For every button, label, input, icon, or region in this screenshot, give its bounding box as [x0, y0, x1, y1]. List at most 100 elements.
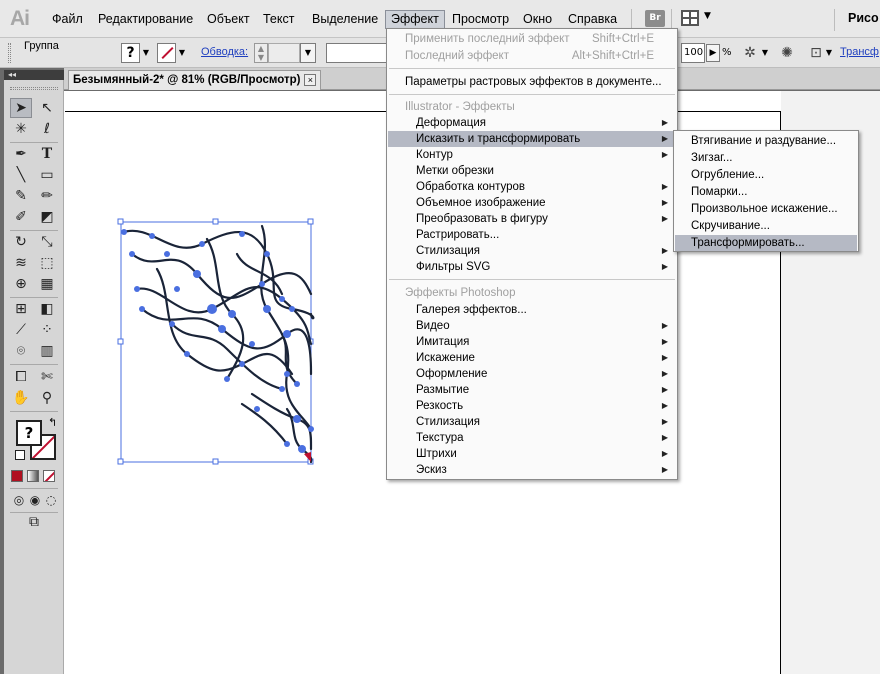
blob-brush-tool-icon[interactable]: ✐: [10, 207, 32, 227]
menu-item-distort-transform[interactable]: Исказить и трансформировать ▶: [388, 131, 676, 147]
menu-item-crop-marks[interactable]: Метки обрезки: [388, 163, 676, 179]
type-tool-icon[interactable]: T: [36, 144, 58, 164]
panel-grip[interactable]: [8, 43, 11, 63]
screen-mode-icon[interactable]: ⧉: [23, 512, 45, 532]
menu-window[interactable]: Окно: [518, 10, 557, 29]
blend-tool-icon[interactable]: ⁘: [36, 320, 58, 340]
menu-item-svg-filters[interactable]: Фильтры SVG ▶: [388, 259, 676, 275]
submenu-pucker-bloat[interactable]: Втягивание и раздувание...: [675, 133, 857, 149]
submenu-tweak[interactable]: Помарки...: [675, 184, 857, 200]
menu-item-sharpen[interactable]: Резкость ▶: [388, 398, 676, 414]
menu-item-path[interactable]: Контур ▶: [388, 147, 676, 163]
menu-select[interactable]: Выделение: [307, 10, 383, 29]
symbol-sprayer-tool-icon[interactable]: ⌾: [10, 341, 32, 361]
menu-item-convert-to-shape[interactable]: Преобразовать в фигуру ▶: [388, 211, 676, 227]
menu-type[interactable]: Текст: [258, 10, 299, 29]
menu-item-stylize[interactable]: Стилизация ▶: [388, 243, 676, 259]
menu-last-effect[interactable]: Последний эффект Alt+Shift+Ctrl+E: [388, 48, 676, 64]
menu-help[interactable]: Справка: [563, 10, 622, 29]
fill-color-swatch[interactable]: ?: [16, 420, 42, 446]
menu-item-pathfinder[interactable]: Обработка контуров ▶: [388, 179, 676, 195]
shape-builder-tool-icon[interactable]: ⊕: [10, 274, 32, 294]
fill-swatch[interactable]: ?: [121, 43, 140, 63]
submenu-zig-zag[interactable]: Зигзаг...: [675, 150, 857, 166]
opacity-field[interactable]: 100: [681, 43, 705, 63]
magic-wand-tool-icon[interactable]: ✳: [10, 119, 32, 139]
gradient-mode-icon[interactable]: [27, 470, 39, 482]
artboard-tool-icon[interactable]: ⧠: [10, 367, 32, 387]
scale-tool-icon[interactable]: ⤡: [36, 232, 58, 252]
selected-artwork[interactable]: [112, 214, 322, 474]
submenu-twist[interactable]: Скручивание...: [675, 218, 857, 234]
stroke-weight-field[interactable]: [268, 43, 300, 63]
default-colors-icon[interactable]: [15, 450, 25, 460]
menu-item-brush-strokes[interactable]: Штрихи ▶: [388, 446, 676, 462]
isolate-group-icon[interactable]: ✺: [779, 45, 795, 61]
menu-item-sketch[interactable]: Эскиз ▶: [388, 462, 676, 478]
direct-selection-tool-icon[interactable]: ↖: [36, 98, 58, 118]
menu-item-pixelate[interactable]: Оформление ▶: [388, 366, 676, 382]
stroke-panel-link[interactable]: Обводка:: [201, 46, 248, 58]
slice-tool-icon[interactable]: ✄: [36, 367, 58, 387]
lasso-tool-icon[interactable]: ℓ: [36, 119, 58, 139]
transform-panel-link[interactable]: Трансф: [840, 46, 879, 58]
menu-file[interactable]: Файл: [47, 10, 88, 29]
menu-item-warp[interactable]: Деформация ▶: [388, 115, 676, 131]
draw-inside-icon[interactable]: ◌: [40, 490, 62, 510]
menu-item-3d[interactable]: Объемное изображение ▶: [388, 195, 676, 211]
stroke-swatch[interactable]: [157, 43, 176, 63]
tools-panel-header[interactable]: ◂◂: [4, 70, 64, 80]
warp-tool-icon[interactable]: ≋: [10, 253, 32, 273]
workspace-switcher[interactable]: Рисо: [848, 11, 879, 25]
pencil-tool-icon[interactable]: ✏: [36, 186, 58, 206]
variable-width-field[interactable]: [326, 43, 388, 63]
menu-view[interactable]: Просмотр: [447, 10, 514, 29]
arrange-documents-icon[interactable]: [681, 10, 699, 26]
pen-tool-icon[interactable]: ✒: [10, 144, 32, 164]
chevron-down-icon[interactable]: ▼: [176, 43, 188, 63]
eyedropper-tool-icon[interactable]: ⟋: [10, 320, 32, 340]
submenu-roughen[interactable]: Огрубление...: [675, 167, 857, 183]
panel-grip[interactable]: [10, 87, 58, 90]
menu-raster-effects-settings[interactable]: Параметры растровых эффектов в документе…: [388, 74, 676, 90]
menu-edit[interactable]: Редактирование: [93, 10, 198, 29]
menu-apply-last-effect[interactable]: Применить последний эффект Shift+Ctrl+E: [388, 31, 676, 47]
menu-item-ps-stylize[interactable]: Стилизация ▶: [388, 414, 676, 430]
close-icon[interactable]: ×: [304, 73, 317, 86]
menu-effect[interactable]: Эффект: [385, 10, 445, 29]
mesh-tool-icon[interactable]: ⊞: [10, 299, 32, 319]
align-icon[interactable]: ⊡: [808, 45, 824, 61]
color-mode-icon[interactable]: [11, 470, 23, 482]
rectangle-tool-icon[interactable]: ▭: [36, 165, 58, 185]
free-transform-tool-icon[interactable]: ⬚: [36, 253, 58, 273]
menu-item-texture[interactable]: Текстура ▶: [388, 430, 676, 446]
perspective-grid-tool-icon[interactable]: ▦: [36, 274, 58, 294]
chevron-down-icon[interactable]: ▼: [759, 43, 771, 63]
swap-fill-stroke-icon[interactable]: ↰: [48, 416, 57, 429]
menu-item-rasterize[interactable]: Растрировать...: [388, 227, 676, 243]
line-tool-icon[interactable]: ╲: [10, 165, 32, 185]
menu-item-video[interactable]: Видео ▶: [388, 318, 676, 334]
gradient-tool-icon[interactable]: ◧: [36, 299, 58, 319]
zoom-tool-icon[interactable]: ⚲: [36, 388, 58, 408]
menu-item-blur[interactable]: Размытие ▶: [388, 382, 676, 398]
chevron-down-icon[interactable]: ▼: [823, 43, 835, 63]
menu-item-effect-gallery[interactable]: Галерея эффектов...: [388, 302, 676, 318]
menu-item-distort[interactable]: Искажение ▶: [388, 350, 676, 366]
bridge-button[interactable]: Br: [645, 10, 665, 27]
rotate-tool-icon[interactable]: ↻: [10, 232, 32, 252]
submenu-transform[interactable]: Трансформировать...: [675, 235, 857, 251]
opacity-slider-button[interactable]: ▶: [706, 44, 720, 62]
recolor-artwork-icon[interactable]: ✲: [742, 45, 758, 61]
paintbrush-tool-icon[interactable]: ✎: [10, 186, 32, 206]
chevron-down-icon[interactable]: ▼: [704, 11, 711, 21]
none-mode-icon[interactable]: [43, 470, 55, 482]
stroke-weight-dropdown[interactable]: ▼: [300, 43, 316, 63]
chevron-down-icon[interactable]: ▼: [140, 43, 152, 63]
stroke-weight-stepper[interactable]: ▲ ▼: [254, 43, 268, 63]
menu-object[interactable]: Объект: [202, 10, 255, 29]
menu-item-artistic[interactable]: Имитация ▶: [388, 334, 676, 350]
selection-tool-icon[interactable]: ➤: [10, 98, 32, 118]
eraser-tool-icon[interactable]: ◩: [36, 207, 58, 227]
hand-tool-icon[interactable]: ✋: [10, 388, 32, 408]
